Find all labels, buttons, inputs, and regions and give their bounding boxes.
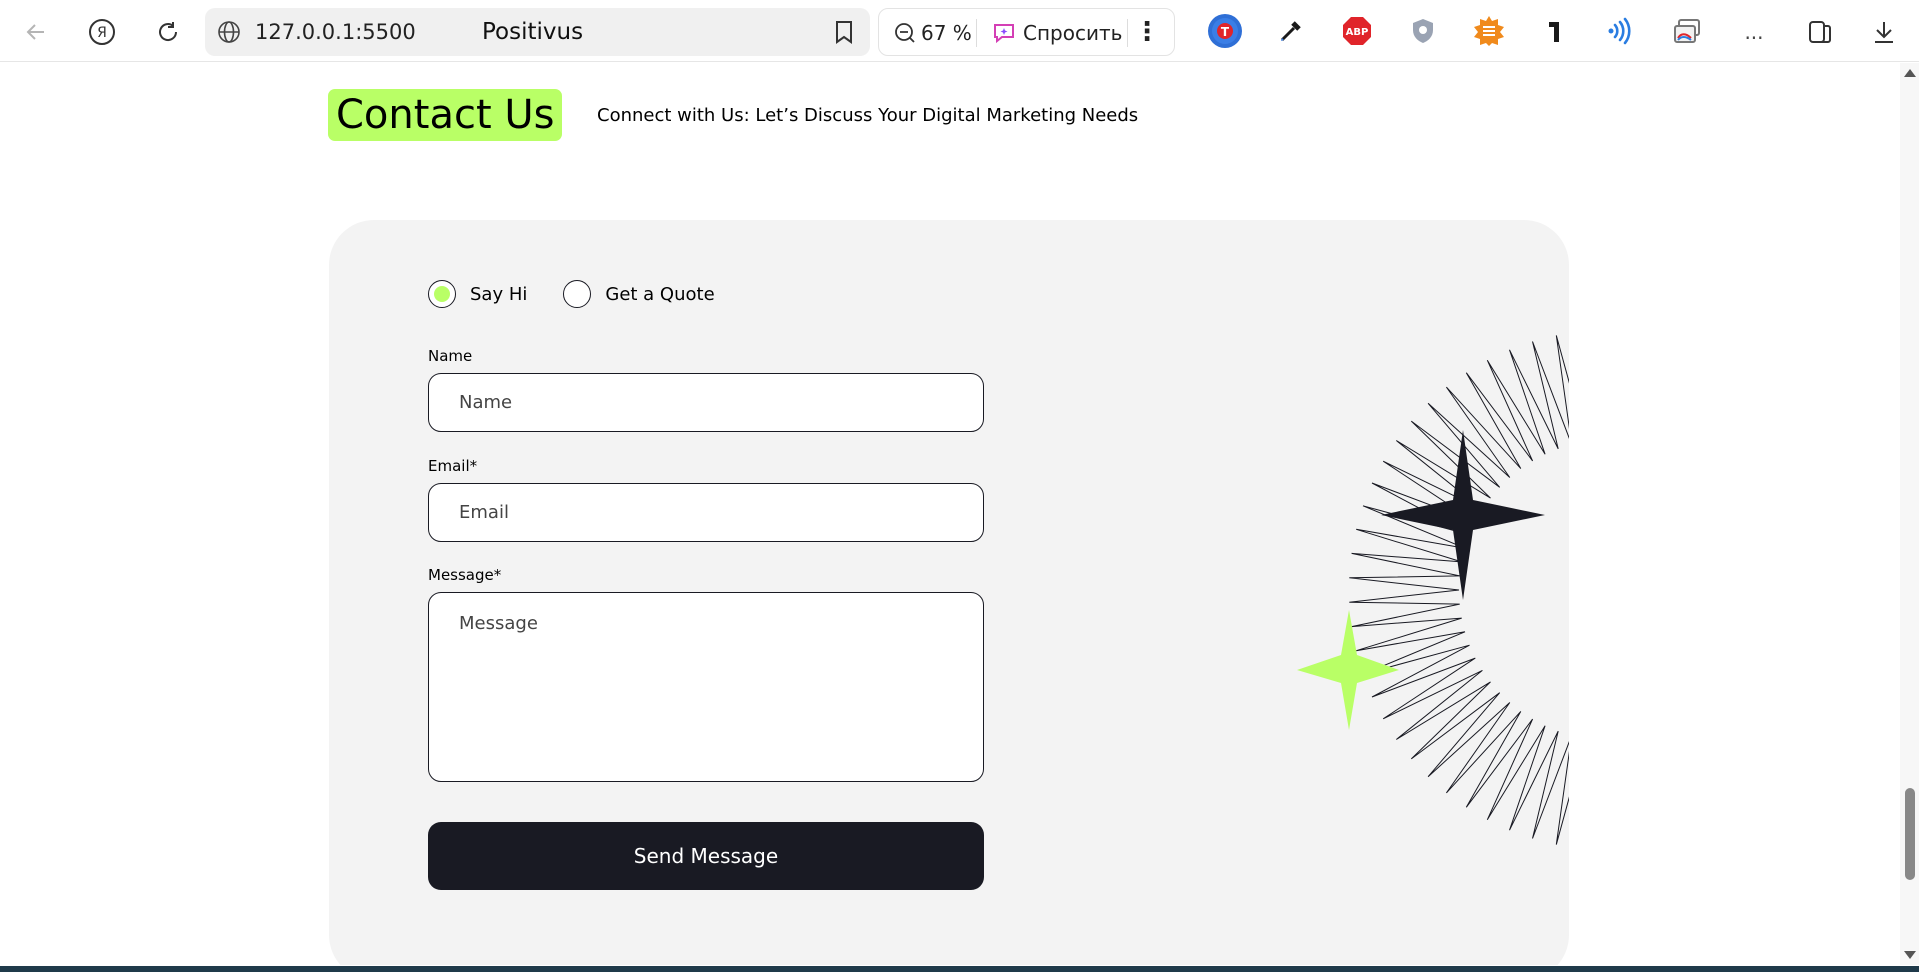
- ask-button[interactable]: Спросить: [1023, 21, 1122, 45]
- burst-ray-path: [1349, 335, 1569, 845]
- scroll-thumb[interactable]: [1905, 788, 1915, 880]
- radio-get-quote[interactable]: Get a Quote: [563, 280, 715, 308]
- page-title: Contact Us: [336, 92, 555, 138]
- burst-rays: [1349, 335, 1569, 845]
- radio-say-hi-circle[interactable]: [428, 280, 456, 308]
- more-extensions[interactable]: ...: [1734, 12, 1774, 52]
- tab-title: Positivus: [482, 19, 584, 45]
- taskbar-edge: [0, 966, 1919, 972]
- send-message-button[interactable]: Send Message: [428, 822, 984, 890]
- ask-ai-icon[interactable]: [991, 20, 1017, 46]
- wifi-extension-icon[interactable]: [1604, 14, 1638, 48]
- t-extension-icon[interactable]: [1538, 14, 1572, 48]
- zoom-ask-group: 67 % Спросить ⋮: [878, 8, 1175, 56]
- dark-star-shape: [1381, 430, 1545, 600]
- scroll-down-icon[interactable]: [1904, 951, 1916, 959]
- green-star-shape: [1297, 610, 1399, 730]
- color-picker-icon[interactable]: [1274, 14, 1308, 48]
- name-label: Name: [428, 347, 473, 365]
- radio-say-hi[interactable]: Say Hi: [428, 280, 527, 308]
- name-input[interactable]: [428, 373, 984, 432]
- svg-text:ABP: ABP: [1346, 27, 1369, 38]
- download-icon[interactable]: [1864, 12, 1904, 52]
- globe-icon: [218, 21, 240, 43]
- radio-get-quote-circle[interactable]: [563, 280, 592, 308]
- radio-say-hi-label[interactable]: Say Hi: [470, 284, 527, 305]
- email-label: Email*: [428, 457, 478, 475]
- browser-toolbar: Я 127.0.0.1:5500 Positivus 67 % Спросить…: [0, 0, 1919, 62]
- zoom-out-icon[interactable]: [893, 21, 917, 45]
- scroll-up-icon[interactable]: [1904, 69, 1916, 77]
- url-text[interactable]: 127.0.0.1:5500: [255, 20, 416, 44]
- contact-type-radio-group: Say Hi Get a Quote: [428, 280, 751, 308]
- menu-icon[interactable]: ⋮: [1134, 17, 1160, 47]
- collections-icon[interactable]: [1800, 12, 1840, 52]
- reload-icon[interactable]: [148, 12, 188, 52]
- shield-icon[interactable]: [1406, 14, 1440, 48]
- reader-extension-icon[interactable]: [1472, 14, 1506, 48]
- page-viewport: Contact Us Connect with Us: Let’s Discus…: [0, 63, 1900, 965]
- bookmark-icon[interactable]: [832, 19, 856, 45]
- screenshot-extension-icon[interactable]: [1670, 14, 1704, 48]
- contact-form-card: Say Hi Get a Quote Name Email* Message* …: [329, 220, 1569, 965]
- translate-extension-icon[interactable]: T: [1208, 14, 1242, 48]
- email-input[interactable]: [428, 483, 984, 542]
- radio-selected-dot: [434, 286, 450, 302]
- contact-heading-chip: Contact Us: [328, 89, 563, 141]
- page-scrollbar[interactable]: [1900, 63, 1919, 965]
- svg-text:T: T: [1221, 25, 1230, 39]
- message-textarea[interactable]: [428, 592, 984, 782]
- back-icon[interactable]: [16, 12, 56, 52]
- radio-get-quote-label[interactable]: Get a Quote: [605, 284, 714, 305]
- message-label: Message*: [428, 566, 502, 584]
- zoom-level[interactable]: 67 %: [921, 21, 972, 45]
- adblock-icon[interactable]: ABP: [1340, 14, 1374, 48]
- page-subtitle: Connect with Us: Let’s Discuss Your Digi…: [597, 105, 1139, 126]
- yandex-icon[interactable]: Я: [82, 12, 122, 52]
- svg-text:Я: Я: [97, 25, 107, 41]
- decorative-star-burst-illustration: [1297, 335, 1569, 845]
- address-bar[interactable]: 127.0.0.1:5500 Positivus: [205, 8, 870, 56]
